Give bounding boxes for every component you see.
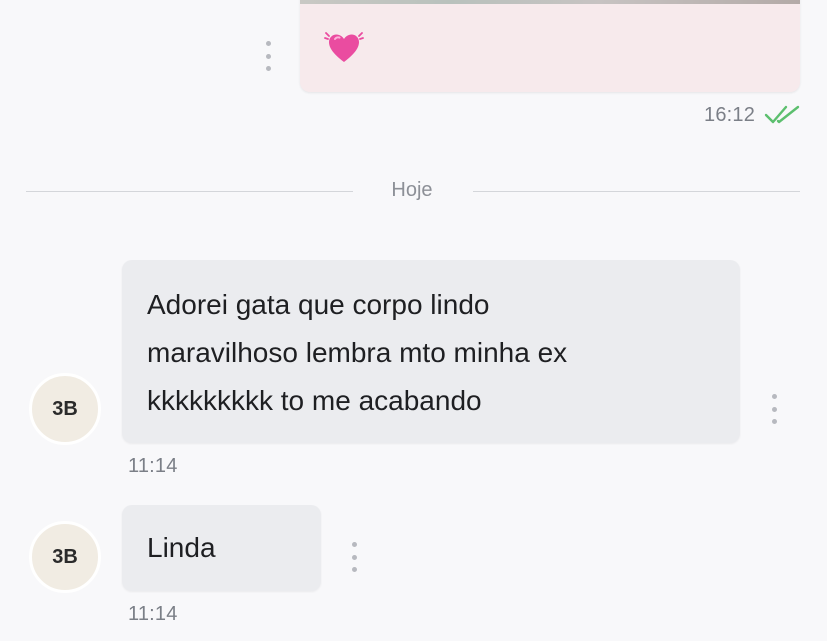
incoming-message-time: 11:14 bbox=[128, 603, 178, 625]
message-text-line-3: kkkkkkkkk to me acabando bbox=[147, 385, 482, 416]
incoming-message-bubble[interactable]: Adorei gata que corpo lindo maravilhoso … bbox=[122, 260, 740, 443]
incoming-message-menu-button[interactable] bbox=[769, 394, 779, 424]
dot bbox=[351, 554, 357, 560]
incoming-message-menu-button[interactable] bbox=[349, 542, 359, 572]
date-divider-line-right bbox=[473, 191, 800, 192]
message-text-line-2: maravilhoso lembra mto minha ex bbox=[147, 337, 568, 368]
chat-thread: 16:12 Hoje 3B Adorei gata que corpo lind… bbox=[0, 0, 827, 641]
attached-image-preview[interactable] bbox=[300, 0, 800, 4]
dot bbox=[771, 406, 777, 412]
double-check-icon bbox=[764, 105, 800, 124]
avatar[interactable]: 3B bbox=[29, 373, 101, 445]
date-divider-label: Hoje bbox=[391, 179, 433, 201]
avatar[interactable]: 3B bbox=[29, 521, 101, 593]
dot bbox=[771, 419, 777, 424]
outgoing-message-menu-button[interactable] bbox=[263, 41, 273, 71]
outgoing-message-time: 16:12 bbox=[704, 104, 756, 126]
incoming-message-time: 11:14 bbox=[128, 455, 178, 477]
dot bbox=[265, 41, 271, 46]
dot bbox=[771, 394, 777, 399]
dot bbox=[351, 542, 357, 547]
message-text-line-1: Linda bbox=[147, 532, 216, 563]
incoming-message-bubble[interactable]: Linda bbox=[122, 505, 321, 591]
outgoing-message-bubble[interactable] bbox=[300, 0, 800, 92]
beating-heart-icon bbox=[324, 32, 364, 62]
dot bbox=[265, 66, 271, 71]
dot bbox=[351, 567, 357, 572]
date-divider-line-left bbox=[26, 191, 353, 192]
dot bbox=[265, 53, 271, 59]
message-text-line-1: Adorei gata que corpo lindo bbox=[147, 289, 490, 320]
